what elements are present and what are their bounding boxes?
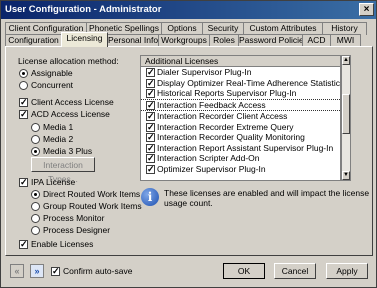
title-bar: User Configuration - Administrator × (1, 1, 376, 19)
info-icon: i (141, 188, 159, 206)
license-item[interactable]: Interaction Recorder Extreme Query (141, 122, 340, 132)
acd-access-license-label: ACD Access License (31, 109, 110, 119)
concurrent-radio[interactable] (19, 81, 28, 90)
license-checkbox[interactable] (146, 111, 155, 122)
license-checkbox[interactable] (146, 132, 155, 143)
back-arrow-icon[interactable]: « (10, 264, 24, 278)
license-checkbox[interactable] (146, 88, 155, 99)
license-method-heading: License allocation method: (18, 56, 119, 66)
confirm-autosave-label: Confirm auto-save (63, 266, 133, 276)
direct-routed-radio[interactable] (31, 190, 40, 199)
process-designer-radio[interactable] (31, 226, 40, 235)
media-3-plus-label: Media 3 Plus (43, 146, 93, 156)
license-item[interactable]: Historical Reports Supervisor Plug-In (141, 88, 340, 99)
forward-arrow-icon[interactable]: » (30, 264, 44, 278)
media-2-label: Media 2 (43, 134, 74, 144)
assignable-label: Assignable (31, 68, 73, 78)
license-checkbox[interactable] (146, 164, 155, 174)
assignable-radio[interactable] (19, 69, 28, 78)
media-1-radio[interactable] (31, 123, 40, 132)
scroll-thumb[interactable] (342, 94, 350, 134)
enable-licenses-checkbox[interactable] (19, 239, 28, 250)
ipa-license-checkbox[interactable] (19, 177, 28, 188)
ipa-license-label: IPA License (31, 177, 76, 187)
concurrent-label: Concurrent (31, 80, 74, 90)
client-access-license-checkbox[interactable] (19, 97, 28, 108)
process-monitor-label: Process Monitor (43, 213, 105, 223)
acd-access-license-checkbox[interactable] (19, 109, 28, 120)
client-access-license-label: Client Access License (31, 97, 114, 107)
cancel-button[interactable]: Cancel (274, 263, 316, 279)
license-item[interactable]: Interaction Recorder Client Access (141, 111, 340, 122)
license-item[interactable]: Display Optimizer Real-Time Adherence St… (141, 78, 340, 88)
direct-routed-label: Direct Routed Work Items (43, 189, 141, 199)
scroll-down-icon[interactable]: ▼ (342, 171, 350, 180)
enable-licenses-label: Enable Licenses (31, 239, 94, 249)
additional-licenses-list[interactable]: Additional Licenses Dialer Supervisor Pl… (140, 55, 341, 181)
media-2-radio[interactable] (31, 135, 40, 144)
license-item-selected[interactable]: Interaction Feedback Access (141, 98, 340, 111)
ok-button[interactable]: OK (223, 263, 265, 279)
additional-licenses-header: Additional Licenses (141, 56, 340, 67)
window-title: User Configuration - Administrator (5, 4, 162, 15)
license-checkbox[interactable] (146, 143, 155, 153)
license-item[interactable]: Interaction Recorder Quality Monitoring (141, 132, 340, 143)
list-scrollbar[interactable]: ▲ ▼ (341, 55, 351, 181)
group-routed-radio[interactable] (31, 202, 40, 211)
user-configuration-window: User Configuration - Administrator × Cli… (0, 0, 377, 288)
license-checkbox[interactable] (146, 67, 155, 78)
license-checkbox[interactable] (146, 153, 155, 164)
info-text-line-1: These licenses are enabled and will impa… (164, 188, 370, 198)
license-item[interactable]: Interaction Scripter Add-On (141, 153, 340, 164)
media-3-plus-radio[interactable] (31, 147, 40, 156)
license-checkbox[interactable] (146, 122, 155, 132)
close-icon[interactable]: × (359, 3, 374, 16)
media-1-label: Media 1 (43, 122, 74, 132)
process-designer-label: Process Designer (43, 225, 111, 235)
interaction-types-button[interactable]: Interaction Types... (31, 157, 95, 184)
info-text-line-2: usage count. (164, 198, 213, 208)
license-checkbox[interactable] (146, 100, 155, 110)
apply-button[interactable]: Apply (326, 263, 368, 279)
scroll-up-icon[interactable]: ▲ (342, 56, 350, 65)
process-monitor-radio[interactable] (31, 214, 40, 223)
license-item[interactable]: Optimizer Supervisor Plug-In (141, 164, 340, 174)
tab-licensing[interactable]: Licensing (61, 32, 108, 47)
group-routed-label: Group Routed Work Items (43, 201, 142, 211)
confirm-autosave-checkbox[interactable] (51, 266, 60, 277)
license-item[interactable]: Dialer Supervisor Plug-In (141, 67, 340, 78)
license-checkbox[interactable] (146, 78, 155, 88)
license-item[interactable]: Interaction Report Assistant Supervisor … (141, 143, 340, 153)
